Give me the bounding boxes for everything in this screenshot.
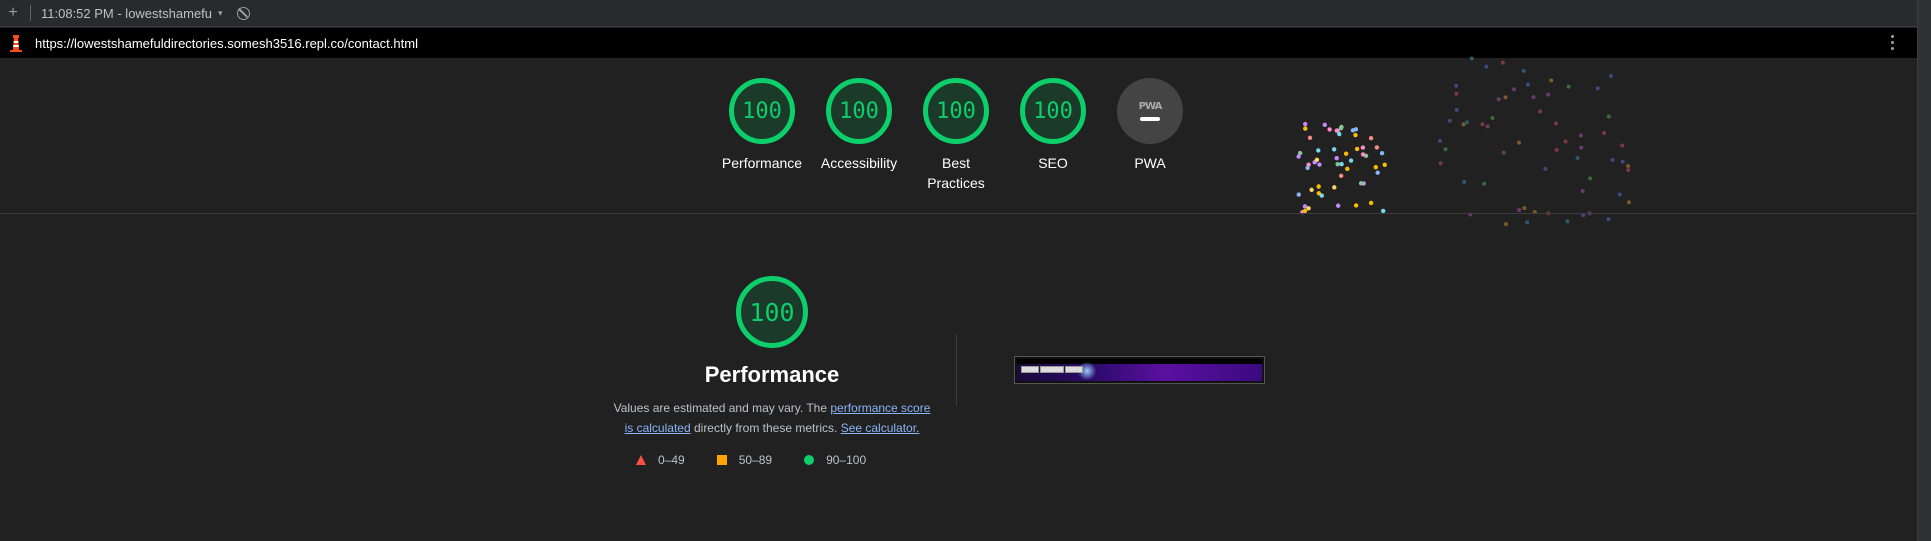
screenshot-image	[1017, 359, 1262, 381]
gauge-best-practices[interactable]: 100 Best Practices	[906, 78, 1006, 193]
gauge-label: SEO	[1038, 155, 1068, 171]
legend-range: 90–100	[826, 453, 867, 467]
confetti-particle	[1484, 64, 1489, 69]
gauge-score: 100	[729, 78, 795, 144]
performance-score-gauge[interactable]: 100	[736, 276, 808, 348]
vertical-divider	[956, 334, 957, 406]
confetti-particle	[1521, 68, 1526, 73]
legend-range: 0–49	[658, 453, 685, 467]
gauge-score: 100	[923, 78, 989, 144]
gauge-label: Accessibility	[820, 155, 898, 171]
scrollbar[interactable]	[1917, 0, 1931, 541]
final-screenshot-thumbnail[interactable]	[1014, 356, 1265, 384]
session-label: 11:08:52 PM - lowestshamefu	[41, 5, 213, 21]
desc-prefix: Values are estimated and may vary. The	[613, 401, 831, 415]
gauge-label: Performance	[721, 155, 803, 171]
new-report-button[interactable]: +	[0, 4, 26, 22]
desc-middle: directly from these metrics.	[690, 421, 841, 435]
gauge-label: PWA	[1134, 155, 1166, 171]
clear-block-icon[interactable]	[236, 6, 250, 20]
score-legend: 0–49 50–89 90–100	[636, 453, 898, 467]
page-url[interactable]: https://lowestshamefuldirectories.somesh…	[35, 36, 418, 51]
performance-description: Values are estimated and may vary. The p…	[612, 398, 932, 438]
legend-average: 50–89	[716, 453, 773, 467]
confetti-particle	[1565, 219, 1570, 224]
triangle-icon	[636, 455, 646, 465]
square-icon	[716, 455, 727, 465]
url-bar: https://lowestshamefuldirectories.somesh…	[0, 28, 1917, 58]
see-calculator-link[interactable]: See calculator.	[841, 421, 920, 435]
lighthouse-icon	[10, 34, 22, 52]
section-divider	[0, 213, 1917, 214]
legend-range: 50–89	[738, 453, 773, 467]
gauge-accessibility[interactable]: 100 Accessibility	[809, 78, 909, 173]
performance-title: Performance	[704, 362, 840, 387]
legend-pass: 90–100	[804, 453, 866, 467]
more-options-icon[interactable]	[1891, 35, 1894, 50]
confetti-particle	[1500, 60, 1505, 65]
gauge-score: 100	[1020, 78, 1086, 144]
circle-icon	[804, 455, 815, 465]
confetti-particle	[1606, 217, 1611, 222]
divider	[30, 5, 31, 21]
not-applicable-icon	[1140, 117, 1160, 121]
gauge-seo[interactable]: 100 SEO	[1003, 78, 1103, 173]
gauge-label: Best Practices	[927, 155, 985, 191]
legend-fail: 0–49	[636, 453, 685, 467]
gauge-performance[interactable]: 100 Performance	[712, 78, 812, 173]
gauge-score: 100	[826, 78, 892, 144]
report-session-select[interactable]: 11:08:52 PM - lowestshamefu ▾	[41, 6, 223, 21]
chevron-down-icon: ▾	[218, 7, 223, 18]
confetti-particle	[1503, 222, 1508, 227]
pwa-badge: PWA	[1117, 78, 1183, 144]
performance-summary: 100 Performance Values are estimated and…	[612, 276, 932, 438]
pwa-badge-text: PWA	[1138, 101, 1163, 112]
gauge-pwa[interactable]: PWA PWA	[1100, 78, 1200, 173]
confetti-particle	[1525, 220, 1530, 225]
score-gauges: 100 Performance 100 Accessibility 100 Be…	[0, 78, 1917, 213]
devtools-topbar: + 11:08:52 PM - lowestshamefu ▾	[0, 0, 1917, 27]
